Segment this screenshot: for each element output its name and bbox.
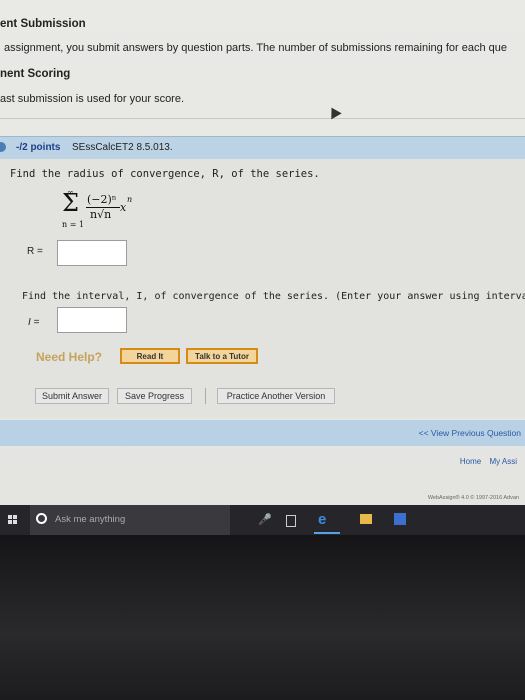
submission-heading: ent Submission xyxy=(0,18,86,30)
series-variable: x xyxy=(120,201,127,214)
my-assignments-link[interactable]: My Assi xyxy=(489,457,517,466)
interval-input[interactable] xyxy=(57,307,127,333)
microphone-icon[interactable]: 🎤 xyxy=(258,513,272,526)
part1-prompt: Find the radius of convergence, R, of th… xyxy=(10,168,320,180)
question-points: -/2 points xyxy=(16,142,61,153)
scoring-text: ast submission is used for your score. xyxy=(0,93,185,105)
series-lower-limit: n = 1 xyxy=(62,220,85,229)
series-denominator: n√n xyxy=(90,208,112,221)
home-link[interactable]: Home xyxy=(460,457,481,466)
question-header: -/2 points SEssCalcET2 8.5.013. xyxy=(0,136,525,160)
series-numerator: (−2)ⁿ xyxy=(87,193,117,206)
store-icon[interactable] xyxy=(394,513,406,525)
copyright-text: WebAssign® 4.0 © 1997-2016 Advan xyxy=(427,495,519,501)
navigation-bar: << View Previous Question xyxy=(0,420,525,446)
series-exponent: n xyxy=(127,195,133,204)
cortana-ring-icon xyxy=(36,513,47,524)
submit-answer-button[interactable]: Submit Answer xyxy=(35,388,109,404)
question-code: SEssCalcET2 8.5.013. xyxy=(72,142,173,153)
part2-prompt: Find the interval, I, of convergence of … xyxy=(22,291,525,302)
view-previous-question-link[interactable]: << View Previous Question xyxy=(419,428,521,438)
sigma-symbol: Σ xyxy=(62,189,79,217)
i-label: I = xyxy=(28,317,40,328)
practice-another-version-button[interactable]: Practice Another Version xyxy=(217,388,335,404)
windows-start-icon[interactable] xyxy=(8,515,18,525)
search-placeholder: Ask me anything xyxy=(55,514,126,525)
need-help-label: Need Help? xyxy=(36,350,103,364)
laptop-bezel xyxy=(0,535,525,700)
talk-to-tutor-button[interactable]: Talk to a Tutor xyxy=(186,348,258,364)
active-app-indicator xyxy=(314,532,340,534)
edge-browser-icon[interactable]: e xyxy=(318,511,336,529)
button-separator xyxy=(205,388,206,404)
task-view-icon[interactable] xyxy=(286,515,296,527)
scoring-heading: nent Scoring xyxy=(0,68,71,80)
windows-taskbar: Ask me anything 🎤 e xyxy=(0,505,525,535)
submission-text: assignment, you submit answers by questi… xyxy=(4,42,507,54)
r-label: R = xyxy=(27,246,43,257)
read-it-button[interactable]: Read It xyxy=(120,348,180,364)
file-explorer-icon[interactable] xyxy=(360,514,372,524)
save-progress-button[interactable]: Save Progress xyxy=(117,388,192,404)
browser-page: ent Submission assignment, you submit an… xyxy=(0,0,525,505)
question-status-icon xyxy=(0,142,6,152)
radius-input[interactable] xyxy=(57,240,127,266)
cortana-search-box[interactable]: Ask me anything xyxy=(30,505,230,535)
footer-links: Home My Assi xyxy=(460,457,517,466)
section-divider xyxy=(0,118,525,119)
